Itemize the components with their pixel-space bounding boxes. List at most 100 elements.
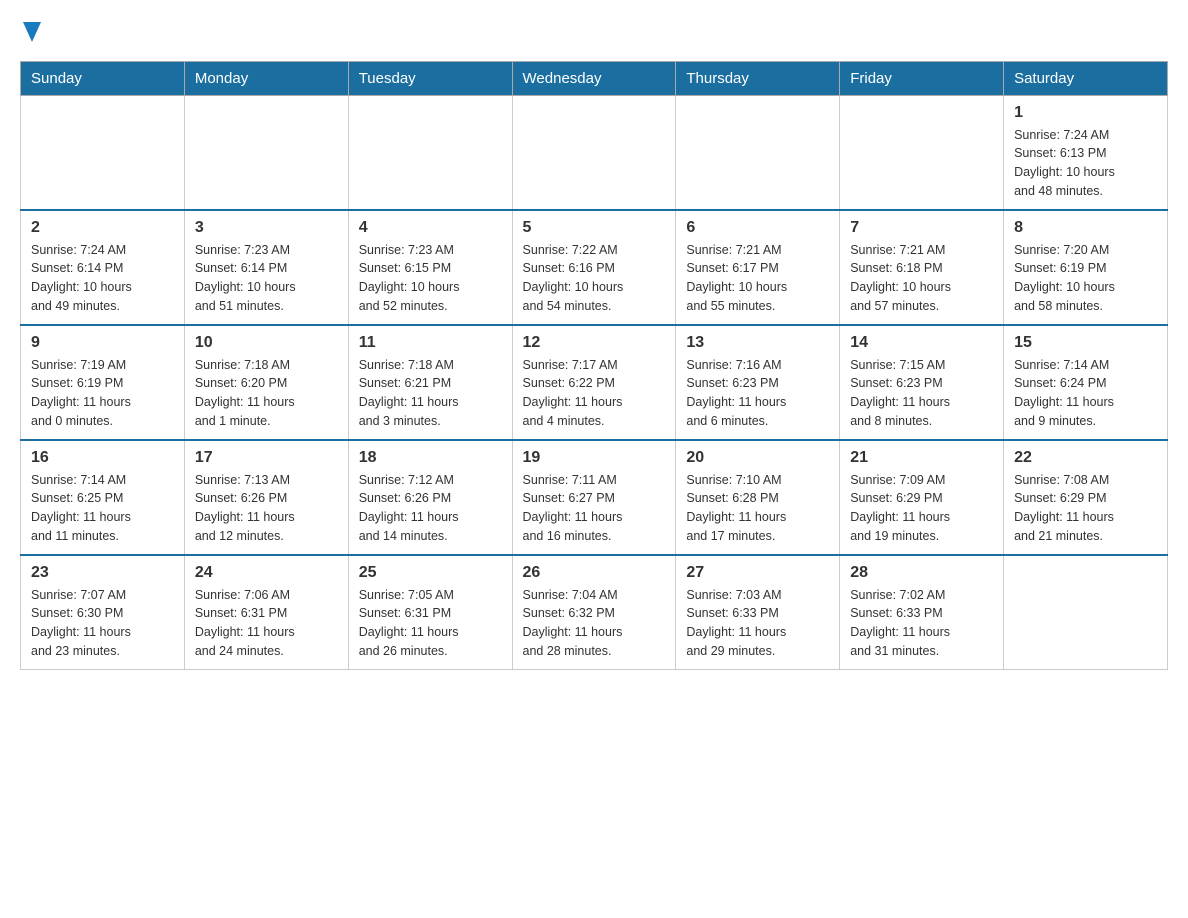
day-info: Sunrise: 7:18 AM Sunset: 6:20 PM Dayligh… — [195, 356, 338, 431]
calendar-day-cell: 22 Sunrise: 7:08 AM Sunset: 6:29 PM Dayli… — [1004, 440, 1168, 555]
day-info: Sunrise: 7:19 AM Sunset: 6:19 PM Dayligh… — [31, 356, 174, 431]
day-info: Sunrise: 7:23 AM Sunset: 6:15 PM Dayligh… — [359, 241, 502, 316]
day-info: Sunrise: 7:07 AM Sunset: 6:30 PM Dayligh… — [31, 586, 174, 661]
day-number: 14 — [850, 334, 993, 352]
day-info: Sunrise: 7:10 AM Sunset: 6:28 PM Dayligh… — [686, 471, 829, 546]
calendar-week-row: 16 Sunrise: 7:14 AM Sunset: 6:25 PM Dayli… — [21, 440, 1168, 555]
calendar-week-row: 1 Sunrise: 7:24 AM Sunset: 6:13 PM Daylig… — [21, 95, 1168, 210]
calendar-day-cell: 21 Sunrise: 7:09 AM Sunset: 6:29 PM Dayli… — [840, 440, 1004, 555]
day-info: Sunrise: 7:24 AM Sunset: 6:14 PM Dayligh… — [31, 241, 174, 316]
calendar-day-cell: 7 Sunrise: 7:21 AM Sunset: 6:18 PM Daylig… — [840, 210, 1004, 325]
day-info: Sunrise: 7:05 AM Sunset: 6:31 PM Dayligh… — [359, 586, 502, 661]
day-of-week-header: Wednesday — [512, 61, 676, 95]
calendar-day-cell: 10 Sunrise: 7:18 AM Sunset: 6:20 PM Dayli… — [184, 325, 348, 440]
day-of-week-header: Friday — [840, 61, 1004, 95]
day-info: Sunrise: 7:22 AM Sunset: 6:16 PM Dayligh… — [523, 241, 666, 316]
day-number: 28 — [850, 564, 993, 582]
day-info: Sunrise: 7:14 AM Sunset: 6:25 PM Dayligh… — [31, 471, 174, 546]
day-number: 22 — [1014, 449, 1157, 467]
day-info: Sunrise: 7:09 AM Sunset: 6:29 PM Dayligh… — [850, 471, 993, 546]
calendar-day-cell: 24 Sunrise: 7:06 AM Sunset: 6:31 PM Dayli… — [184, 555, 348, 670]
day-info: Sunrise: 7:18 AM Sunset: 6:21 PM Dayligh… — [359, 356, 502, 431]
day-info: Sunrise: 7:02 AM Sunset: 6:33 PM Dayligh… — [850, 586, 993, 661]
day-number: 26 — [523, 564, 666, 582]
day-info: Sunrise: 7:04 AM Sunset: 6:32 PM Dayligh… — [523, 586, 666, 661]
calendar-day-cell — [21, 95, 185, 210]
day-info: Sunrise: 7:21 AM Sunset: 6:18 PM Dayligh… — [850, 241, 993, 316]
calendar-day-cell: 8 Sunrise: 7:20 AM Sunset: 6:19 PM Daylig… — [1004, 210, 1168, 325]
day-number: 4 — [359, 219, 502, 237]
day-number: 12 — [523, 334, 666, 352]
day-number: 2 — [31, 219, 174, 237]
calendar-week-row: 23 Sunrise: 7:07 AM Sunset: 6:30 PM Dayli… — [21, 555, 1168, 670]
calendar-day-cell: 28 Sunrise: 7:02 AM Sunset: 6:33 PM Dayli… — [840, 555, 1004, 670]
day-info: Sunrise: 7:11 AM Sunset: 6:27 PM Dayligh… — [523, 471, 666, 546]
calendar-day-cell: 25 Sunrise: 7:05 AM Sunset: 6:31 PM Dayli… — [348, 555, 512, 670]
logo — [20, 20, 41, 45]
calendar-day-cell: 9 Sunrise: 7:19 AM Sunset: 6:19 PM Daylig… — [21, 325, 185, 440]
calendar-week-row: 2 Sunrise: 7:24 AM Sunset: 6:14 PM Daylig… — [21, 210, 1168, 325]
day-number: 24 — [195, 564, 338, 582]
calendar-day-cell: 11 Sunrise: 7:18 AM Sunset: 6:21 PM Dayli… — [348, 325, 512, 440]
calendar-day-cell: 4 Sunrise: 7:23 AM Sunset: 6:15 PM Daylig… — [348, 210, 512, 325]
calendar-day-cell: 6Sunrise: 7:21 AM Sunset: 6:17 PM Daylig… — [676, 210, 840, 325]
day-number: 17 — [195, 449, 338, 467]
calendar-day-cell — [348, 95, 512, 210]
day-info: Sunrise: 7:15 AM Sunset: 6:23 PM Dayligh… — [850, 356, 993, 431]
day-info: Sunrise: 7:16 AM Sunset: 6:23 PM Dayligh… — [686, 356, 829, 431]
calendar-day-cell: 20Sunrise: 7:10 AM Sunset: 6:28 PM Dayli… — [676, 440, 840, 555]
calendar-day-cell: 15Sunrise: 7:14 AM Sunset: 6:24 PM Dayli… — [1004, 325, 1168, 440]
calendar-day-cell: 23 Sunrise: 7:07 AM Sunset: 6:30 PM Dayli… — [21, 555, 185, 670]
day-number: 21 — [850, 449, 993, 467]
calendar-day-cell — [840, 95, 1004, 210]
day-of-week-header: Monday — [184, 61, 348, 95]
calendar-day-cell — [184, 95, 348, 210]
day-number: 3 — [195, 219, 338, 237]
day-info: Sunrise: 7:12 AM Sunset: 6:26 PM Dayligh… — [359, 471, 502, 546]
day-of-week-header: Sunday — [21, 61, 185, 95]
calendar-day-cell: 18 Sunrise: 7:12 AM Sunset: 6:26 PM Dayli… — [348, 440, 512, 555]
calendar-day-cell: 27Sunrise: 7:03 AM Sunset: 6:33 PM Dayli… — [676, 555, 840, 670]
day-info: Sunrise: 7:24 AM Sunset: 6:13 PM Dayligh… — [1014, 126, 1157, 201]
calendar-week-row: 9 Sunrise: 7:19 AM Sunset: 6:19 PM Daylig… — [21, 325, 1168, 440]
calendar-day-cell: 26 Sunrise: 7:04 AM Sunset: 6:32 PM Dayli… — [512, 555, 676, 670]
day-number: 5 — [523, 219, 666, 237]
calendar-day-cell — [676, 95, 840, 210]
calendar-day-cell: 14 Sunrise: 7:15 AM Sunset: 6:23 PM Dayli… — [840, 325, 1004, 440]
day-info: Sunrise: 7:08 AM Sunset: 6:29 PM Dayligh… — [1014, 471, 1157, 546]
day-number: 25 — [359, 564, 502, 582]
day-number: 1 — [1014, 104, 1157, 122]
calendar-day-cell — [512, 95, 676, 210]
day-number: 19 — [523, 449, 666, 467]
day-of-week-header: Saturday — [1004, 61, 1168, 95]
day-info: Sunrise: 7:13 AM Sunset: 6:26 PM Dayligh… — [195, 471, 338, 546]
calendar-day-cell — [1004, 555, 1168, 670]
calendar-day-cell: 3Sunrise: 7:23 AM Sunset: 6:14 PM Daylig… — [184, 210, 348, 325]
calendar-day-cell: 12 Sunrise: 7:17 AM Sunset: 6:22 PM Dayli… — [512, 325, 676, 440]
day-number: 8 — [1014, 219, 1157, 237]
day-of-week-header: Tuesday — [348, 61, 512, 95]
day-number: 23 — [31, 564, 174, 582]
calendar-day-cell: 17 Sunrise: 7:13 AM Sunset: 6:26 PM Dayli… — [184, 440, 348, 555]
calendar-table: SundayMondayTuesdayWednesdayThursdayFrid… — [20, 61, 1168, 670]
calendar-day-cell: 5 Sunrise: 7:22 AM Sunset: 6:16 PM Daylig… — [512, 210, 676, 325]
day-number: 18 — [359, 449, 502, 467]
day-info: Sunrise: 7:06 AM Sunset: 6:31 PM Dayligh… — [195, 586, 338, 661]
day-info: Sunrise: 7:20 AM Sunset: 6:19 PM Dayligh… — [1014, 241, 1157, 316]
page-header — [20, 20, 1168, 45]
day-of-week-header: Thursday — [676, 61, 840, 95]
day-number: 7 — [850, 219, 993, 237]
day-number: 27 — [686, 564, 829, 582]
calendar-day-cell: 2 Sunrise: 7:24 AM Sunset: 6:14 PM Daylig… — [21, 210, 185, 325]
day-number: 16 — [31, 449, 174, 467]
day-number: 11 — [359, 334, 502, 352]
day-number: 13 — [686, 334, 829, 352]
day-info: Sunrise: 7:14 AM Sunset: 6:24 PM Dayligh… — [1014, 356, 1157, 431]
day-number: 10 — [195, 334, 338, 352]
day-info: Sunrise: 7:17 AM Sunset: 6:22 PM Dayligh… — [523, 356, 666, 431]
day-number: 9 — [31, 334, 174, 352]
calendar-day-cell: 16 Sunrise: 7:14 AM Sunset: 6:25 PM Dayli… — [21, 440, 185, 555]
calendar-day-cell: 13 Sunrise: 7:16 AM Sunset: 6:23 PM Dayli… — [676, 325, 840, 440]
calendar-day-cell: 1 Sunrise: 7:24 AM Sunset: 6:13 PM Daylig… — [1004, 95, 1168, 210]
logo-triangle-icon — [23, 22, 41, 42]
